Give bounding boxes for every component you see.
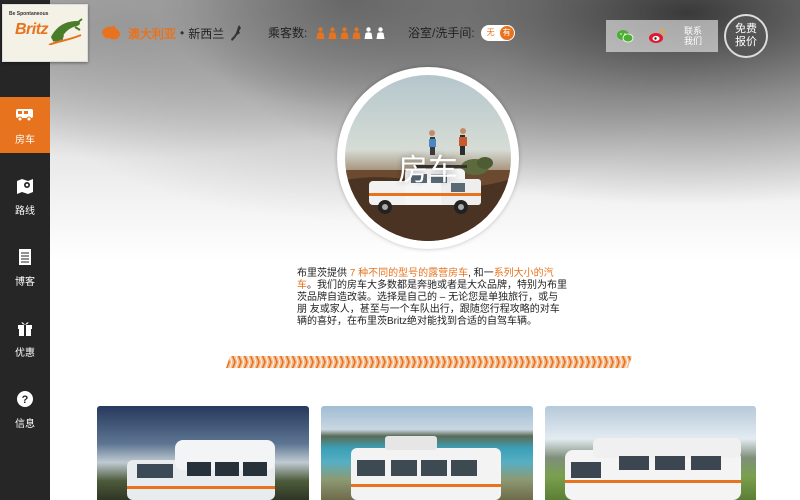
svg-text:?: ? bbox=[22, 394, 29, 406]
bathroom-filter: 浴室/洗手间: 无 有 bbox=[408, 24, 515, 41]
passenger-icon[interactable] bbox=[376, 26, 385, 39]
new-zealand-link[interactable]: 新西兰 bbox=[188, 25, 224, 42]
sidebar-nav: 房车 路线 博客 优惠 ? 信息 bbox=[0, 97, 50, 452]
australia-map-icon bbox=[102, 25, 120, 40]
passengers-label: 乘客数: bbox=[268, 26, 308, 40]
hero-title: 房车 bbox=[398, 154, 458, 187]
bathroom-label: 浴室/洗手间: bbox=[408, 26, 475, 40]
wechat-icon[interactable] bbox=[616, 27, 634, 45]
vehicle-card[interactable] bbox=[97, 406, 309, 500]
toggle-off-label: 无 bbox=[486, 28, 495, 37]
gift-icon bbox=[15, 318, 35, 338]
passenger-icon[interactable] bbox=[316, 26, 325, 39]
sidebar-item-label: 优惠 bbox=[15, 347, 35, 359]
intro-paragraph: 布里茨提供 7 种不同的型号的露营房车, 和一系列大小的汽车。我们的房车大多数都… bbox=[297, 268, 567, 328]
sidebar-item-offers[interactable]: 优惠 bbox=[0, 310, 50, 366]
campervan-night-image bbox=[127, 440, 275, 500]
campervan-lake-image bbox=[351, 436, 501, 500]
passenger-selector: 乘客数: bbox=[268, 24, 385, 41]
intro-highlight-models[interactable]: 7 种不同的型号的露营房车 bbox=[350, 268, 468, 279]
logo-brand: Britz bbox=[15, 21, 49, 38]
free-quote-button[interactable]: 免费报价 bbox=[724, 14, 768, 58]
passenger-icon[interactable] bbox=[364, 26, 373, 39]
new-zealand-map-icon bbox=[231, 25, 242, 41]
map-pin-icon bbox=[15, 176, 35, 196]
passenger-icon[interactable] bbox=[340, 26, 349, 39]
weibo-icon[interactable] bbox=[648, 27, 666, 45]
bathroom-toggle[interactable]: 无 有 bbox=[480, 24, 515, 41]
hero-image-frame: 房车 bbox=[337, 67, 519, 249]
sidebar-item-label: 信息 bbox=[15, 418, 35, 430]
hero-image: 房车 bbox=[345, 75, 511, 241]
australia-link[interactable]: 澳大利亚 bbox=[128, 25, 176, 42]
help-icon: ? bbox=[15, 389, 35, 409]
sidebar-item-label: 房车 bbox=[15, 134, 35, 146]
country-selector: 澳大利亚 • 新西兰 bbox=[100, 22, 244, 44]
passenger-icon[interactable] bbox=[328, 26, 337, 39]
campervan-field-image bbox=[565, 438, 741, 500]
contact-link[interactable]: 联系我们 bbox=[684, 26, 704, 46]
intro-text-2: , 和一 bbox=[468, 268, 494, 279]
campervan-icon bbox=[15, 105, 35, 125]
lizard-icon bbox=[48, 18, 83, 45]
sidebar-item-routes[interactable]: 路线 bbox=[0, 168, 50, 224]
tire-tread-divider bbox=[226, 356, 632, 368]
vehicle-card[interactable] bbox=[545, 406, 756, 500]
sidebar-item-label: 博客 bbox=[15, 276, 35, 288]
sidebar-item-blog[interactable]: 博客 bbox=[0, 239, 50, 295]
intro-text-1: 布里茨提供 bbox=[297, 268, 350, 279]
logo-tagline: Be Spontaneous bbox=[9, 11, 49, 17]
document-icon bbox=[15, 247, 35, 267]
passenger-icons bbox=[313, 26, 385, 39]
intro-text-3: 。我们的房车大多数都是奔驰或者是大众品牌，特别为布里茨品牌自造改装。选择是自己的… bbox=[297, 280, 567, 327]
sidebar: 房车 路线 博客 优惠 ? 信息 bbox=[0, 0, 50, 500]
social-bar: 联系我们 bbox=[606, 20, 718, 52]
passenger-icon[interactable] bbox=[352, 26, 361, 39]
vehicle-card[interactable] bbox=[321, 406, 533, 500]
sidebar-item-label: 路线 bbox=[15, 205, 35, 217]
britz-logo[interactable]: Be Spontaneous Britz bbox=[2, 4, 88, 62]
sidebar-item-info[interactable]: ? 信息 bbox=[0, 381, 50, 437]
toggle-on-knob: 有 bbox=[499, 25, 514, 40]
country-separator: • bbox=[180, 26, 185, 40]
sidebar-item-campervans[interactable]: 房车 bbox=[0, 97, 50, 153]
